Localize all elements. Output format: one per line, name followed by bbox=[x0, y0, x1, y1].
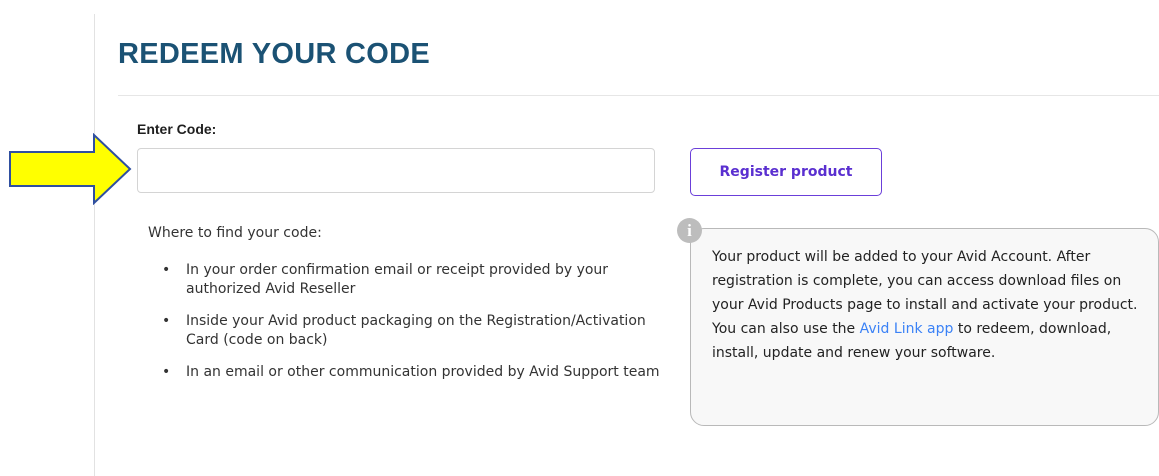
register-product-button[interactable]: Register product bbox=[690, 148, 882, 196]
avid-link-app-link[interactable]: Avid Link app bbox=[860, 321, 954, 337]
title-divider bbox=[118, 95, 1159, 96]
find-code-heading: Where to find your code: bbox=[148, 225, 322, 241]
code-label: Enter Code: bbox=[137, 121, 217, 137]
list-item: Inside your Avid product packaging on th… bbox=[162, 312, 682, 350]
list-item: In an email or other communication provi… bbox=[162, 363, 682, 382]
info-icon: i bbox=[677, 218, 702, 243]
left-divider bbox=[94, 14, 95, 476]
arrow-right-icon bbox=[9, 133, 132, 205]
code-input[interactable] bbox=[137, 148, 655, 193]
list-item: In your order confirmation email or rece… bbox=[162, 261, 682, 299]
find-code-list: In your order confirmation email or rece… bbox=[162, 261, 682, 395]
info-box: Your product will be added to your Avid … bbox=[690, 228, 1159, 426]
page-title: REDEEM YOUR CODE bbox=[118, 38, 431, 70]
